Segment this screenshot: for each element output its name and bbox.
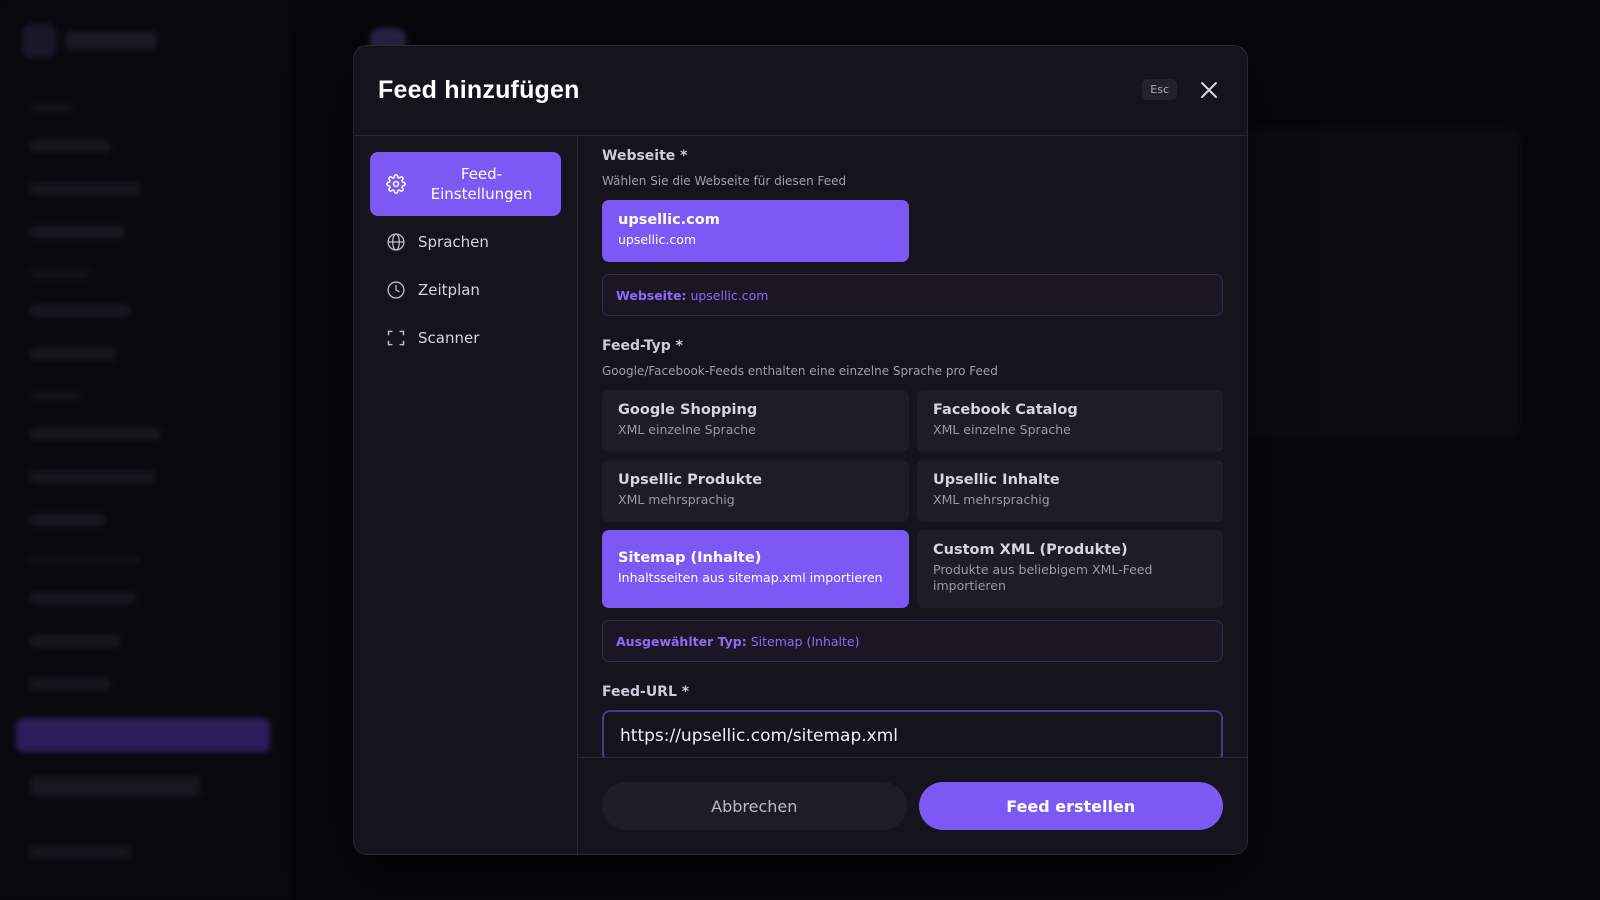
feed-type-facebook-catalog[interactable]: Facebook Catalog XML einzelne Sprache — [917, 390, 1223, 452]
modal-footer: Abbrechen Feed erstellen — [578, 757, 1247, 854]
feed-type-upsellic-products[interactable]: Upsellic Produkte XML mehrsprachig — [602, 460, 909, 522]
website-help-text: Wählen Sie die Webseite für diesen Feed — [602, 174, 847, 188]
selected-type-info-label: Ausgewählter Typ: — [616, 633, 747, 649]
website-label: Webseite * — [602, 148, 688, 164]
modal-header: Feed hinzufügen Esc — [354, 46, 1247, 136]
create-feed-button[interactable]: Feed erstellen — [918, 782, 1223, 830]
selected-website-info-value: upsellic.com — [690, 287, 769, 303]
modal-title: Feed hinzufügen — [378, 76, 580, 104]
website-option-title: upsellic.com — [618, 212, 720, 228]
nav-item-label: Feed-Einstellungen — [430, 165, 533, 203]
feed-type-title: Upsellic Inhalte — [933, 472, 1060, 488]
nav-item-schedule[interactable]: Zeitplan — [370, 266, 561, 314]
background-logo — [22, 24, 156, 58]
feed-type-google-shopping[interactable]: Google Shopping XML einzelne Sprache — [602, 390, 909, 452]
background-sidebar — [0, 0, 290, 900]
selected-website-info-label: Webseite: — [616, 287, 687, 303]
feed-type-help-text: Google/Facebook-Feeds enthalten eine ein… — [602, 364, 998, 378]
clock-icon — [386, 280, 406, 300]
feed-type-subtitle: XML einzelne Sprache — [933, 422, 1071, 437]
feed-type-title: Upsellic Produkte — [618, 472, 763, 488]
feed-type-subtitle: Produkte aus beliebigem XML-Feed importi… — [933, 562, 1153, 593]
feed-type-subtitle: XML einzelne Sprache — [618, 422, 756, 437]
feed-type-title: Google Shopping — [618, 402, 758, 418]
feed-type-title: Sitemap (Inhalte) — [618, 550, 762, 566]
settings-side-nav: Feed-Einstellungen Sprachen Zeitplan Sca… — [354, 136, 578, 854]
nav-item-label: Scanner — [418, 329, 480, 347]
selected-website-info: Webseite: upsellic.com — [602, 274, 1223, 316]
esc-shortcut-badge: Esc — [1142, 79, 1177, 100]
feed-type-custom-xml[interactable]: Custom XML (Produkte) Produkte aus belie… — [917, 530, 1223, 608]
feed-type-subtitle: XML mehrsprachig — [933, 492, 1050, 507]
close-icon — [1201, 82, 1217, 98]
feed-type-title: Custom XML (Produkte) — [933, 542, 1128, 558]
selected-type-info-value: Sitemap (Inhalte) — [750, 633, 860, 649]
feed-type-subtitle: Inhaltsseiten aus sitemap.xml importiere… — [618, 570, 883, 585]
gear-icon — [386, 174, 406, 194]
close-button[interactable] — [1195, 76, 1223, 104]
nav-item-languages[interactable]: Sprachen — [370, 218, 561, 266]
feed-type-upsellic-content[interactable]: Upsellic Inhalte XML mehrsprachig — [917, 460, 1223, 522]
cancel-button[interactable]: Abbrechen — [602, 782, 907, 830]
feed-settings-content: Webseite * Wählen Sie die Webseite für d… — [578, 136, 1247, 854]
nav-item-label: Sprachen — [418, 233, 489, 251]
selected-type-info: Ausgewählter Typ: Sitemap (Inhalte) — [602, 620, 1223, 662]
globe-icon — [386, 232, 406, 252]
nav-item-scanner[interactable]: Scanner — [370, 314, 561, 362]
background-active-item — [16, 718, 270, 752]
settings-scroll-area[interactable]: Webseite * Wählen Sie die Webseite für d… — [602, 136, 1223, 757]
website-option-upsellic[interactable]: upsellic.com upsellic.com — [602, 200, 909, 262]
nav-item-label: Zeitplan — [418, 281, 480, 299]
add-feed-modal: Feed hinzufügen Esc Feed-Einstellungen S… — [353, 45, 1248, 855]
feed-type-label: Feed-Typ * — [602, 338, 683, 354]
website-option-subtitle: upsellic.com — [618, 232, 697, 247]
feed-url-input[interactable] — [602, 710, 1223, 757]
background-card — [1230, 128, 1520, 438]
feed-type-options: Google Shopping XML einzelne Sprache Fac… — [602, 390, 1223, 608]
scan-frame-icon — [386, 328, 406, 348]
nav-item-feed-settings[interactable]: Feed-Einstellungen — [370, 152, 561, 216]
feed-url-label: Feed-URL * — [602, 684, 690, 700]
feed-type-title: Facebook Catalog — [933, 402, 1078, 418]
feed-type-subtitle: XML mehrsprachig — [618, 492, 735, 507]
feed-type-sitemap[interactable]: Sitemap (Inhalte) Inhaltsseiten aus site… — [602, 530, 909, 608]
